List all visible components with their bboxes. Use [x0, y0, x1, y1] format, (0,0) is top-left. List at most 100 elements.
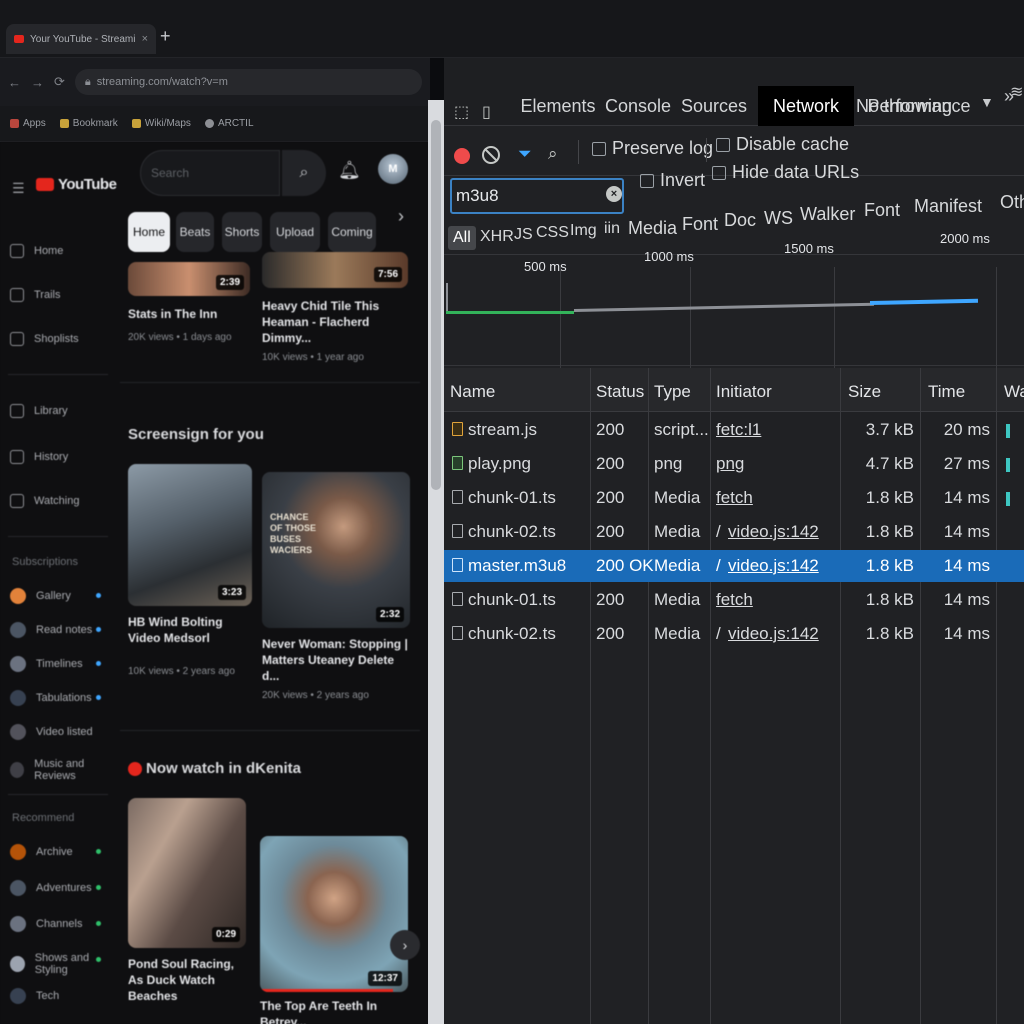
preserve-log-checkbox[interactable]: Preserve log	[592, 138, 713, 159]
column-header-type[interactable]: Type	[654, 382, 691, 402]
table-row[interactable]: chunk-02.ts 200 Media / video.js:142 1.8…	[444, 618, 1024, 650]
bookmark-item[interactable]: Bookmark	[59, 118, 118, 129]
new-tab-button[interactable]: +	[160, 26, 171, 47]
column-header-initiator[interactable]: Initiator	[716, 382, 772, 402]
video-title[interactable]: Stats in The Inn	[128, 306, 250, 322]
video-title[interactable]: HB Wind Bolting Video Medsorl	[128, 614, 252, 646]
chevron-right-icon[interactable]: ›	[390, 930, 420, 960]
type-filter-ws[interactable]: WS	[764, 208, 793, 229]
sidebar-item-watching[interactable]: Watching	[10, 494, 79, 508]
request-initiator[interactable]: fetch	[716, 590, 753, 610]
request-initiator[interactable]: png	[716, 454, 744, 474]
table-row-selected[interactable]: master.m3u8 200 OK Media / video.js:142 …	[444, 550, 1024, 582]
sidebar-subscription[interactable]: Gallery	[10, 588, 101, 604]
throttling-select[interactable]: No throwing	[856, 96, 952, 117]
video-title[interactable]: Pond Soul Racing, As Duck Watch Beaches	[128, 956, 246, 1004]
video-thumbnail[interactable]: CHANCE OF THOSE BUSES WACIERS 2:32	[262, 472, 410, 628]
request-initiator[interactable]: video.js:142	[728, 624, 819, 644]
column-header-size[interactable]: Size	[848, 382, 881, 402]
type-filter-js[interactable]: JS	[514, 226, 533, 244]
table-row[interactable]: play.png 200 png png 4.7 kB 27 ms	[444, 448, 1024, 480]
video-thumbnail[interactable]: 2:39	[128, 262, 250, 296]
table-row[interactable]: chunk-02.ts 200 Media / video.js:142 1.8…	[444, 516, 1024, 548]
hamburger-menu-icon[interactable]: ☰	[12, 180, 25, 197]
type-filter-css[interactable]: CSS	[536, 224, 569, 242]
video-thumbnail[interactable]: 12:37	[260, 836, 408, 992]
type-filter-doc[interactable]: Doc	[724, 210, 756, 231]
request-initiator[interactable]: video.js:142	[728, 556, 819, 576]
search-icon[interactable]: ⌕	[282, 150, 326, 196]
invert-checkbox[interactable]: Invert	[640, 170, 705, 191]
table-row[interactable]: chunk-01.ts 200 Media fetch 1.8 kB 14 ms	[444, 482, 1024, 514]
chip-home[interactable]: Home	[128, 212, 170, 252]
chevron-down-icon[interactable]: ▼	[980, 94, 994, 110]
search-icon[interactable]: ⌕	[548, 144, 558, 164]
tab-elements[interactable]: Elements	[520, 86, 596, 126]
request-initiator[interactable]: fetc:l1	[716, 420, 761, 440]
hide-data-urls-checkbox[interactable]: Hide data URLs	[712, 162, 859, 183]
sidebar-subscription[interactable]: Tabulations	[10, 690, 101, 706]
table-row[interactable]: stream.js 200 script... fetc:l1 3.7 kB 2…	[444, 414, 1024, 446]
bell-icon[interactable]: 🔔︎	[338, 160, 361, 181]
tab-sources[interactable]: Sources	[680, 86, 748, 126]
chip-coming[interactable]: Coming	[328, 212, 376, 252]
type-filter-font-2[interactable]: Font	[864, 200, 900, 221]
column-header-name[interactable]: Name	[450, 382, 495, 402]
sidebar-subscription[interactable]: Read notes	[10, 622, 101, 638]
disable-cache-checkbox[interactable]: Disable cache	[716, 134, 849, 155]
video-thumbnail[interactable]: 0:29	[128, 798, 246, 948]
youtube-logo[interactable]: YouTube	[36, 176, 117, 193]
reload-icon[interactable]: ⟳	[54, 74, 65, 90]
close-tab-icon[interactable]: ×	[142, 33, 148, 45]
bookmark-item[interactable]: Apps	[10, 118, 46, 129]
forward-icon[interactable]: →	[31, 75, 44, 90]
sidebar-item-shoplists[interactable]: Shoplists	[10, 332, 79, 346]
device-toolbar-icon[interactable]: ▯	[482, 102, 491, 122]
sidebar-channel[interactable]: Channels	[10, 916, 101, 932]
tab-network[interactable]: Network	[758, 86, 854, 126]
request-initiator[interactable]: fetch	[716, 488, 753, 508]
type-filter-font[interactable]: Font	[682, 214, 718, 235]
bookmark-item[interactable]: Wiki/Maps	[131, 118, 191, 129]
avatar[interactable]: M	[378, 154, 408, 184]
sidebar-item-home[interactable]: Home	[10, 244, 63, 258]
record-icon[interactable]	[454, 148, 470, 164]
page-scrollbar-thumb[interactable]	[431, 120, 441, 490]
type-filter-media[interactable]: Media	[628, 218, 677, 239]
sidebar-subscription[interactable]: Music and Reviews	[10, 758, 118, 782]
network-overview-timeline[interactable]: 500 ms 1000 ms 1500 ms 2000 ms	[444, 231, 1024, 385]
video-title[interactable]: Never Woman: Stopping | Matters Uteaney …	[262, 636, 412, 684]
inspect-element-icon[interactable]: ⬚	[454, 102, 469, 122]
chip-upload[interactable]: Upload	[270, 212, 320, 252]
network-conditions-icon[interactable]: ≋	[1010, 82, 1023, 102]
browser-tab[interactable]: Your YouTube - Streaming Plan ×	[6, 24, 156, 54]
table-row[interactable]: chunk-01.ts 200 Media fetch 1.8 kB 14 ms	[444, 584, 1024, 616]
sidebar-item-history[interactable]: History	[10, 450, 68, 464]
sidebar-channel[interactable]: Tech	[10, 988, 59, 1004]
sidebar-item-library[interactable]: Library	[10, 404, 68, 418]
type-filter-manifest[interactable]: Manifest	[914, 196, 982, 217]
chevron-right-icon[interactable]: ›	[398, 206, 404, 227]
tab-console[interactable]: Console	[602, 86, 674, 126]
sidebar-item-trails[interactable]: Trails	[10, 288, 60, 302]
filter-icon[interactable]: ⏷	[518, 144, 532, 164]
bookmark-item[interactable]: ARCTIL	[204, 118, 254, 129]
column-header-time[interactable]: Time	[928, 382, 965, 402]
address-bar[interactable]: 🔒︎ streaming.com/watch?v=m	[74, 69, 422, 95]
video-thumbnail[interactable]: 3:23	[128, 464, 252, 606]
type-filter-all[interactable]: All	[448, 226, 476, 250]
column-header-status[interactable]: Status	[596, 382, 644, 402]
filter-input[interactable]: m3u8	[450, 178, 624, 214]
type-filter-img[interactable]: Img	[570, 222, 597, 240]
sidebar-channel[interactable]: Archive	[10, 844, 101, 860]
clear-filter-icon[interactable]: ×	[606, 186, 622, 202]
chip-shorts[interactable]: Shorts	[222, 212, 262, 252]
youtube-search-input[interactable]: Search	[140, 150, 280, 196]
type-filter-xhr[interactable]: XHR	[480, 228, 514, 246]
sidebar-subscription[interactable]: Video listed	[10, 724, 93, 740]
back-icon[interactable]: ←	[8, 75, 21, 90]
video-thumbnail[interactable]: 7:56	[262, 252, 408, 288]
clear-icon[interactable]	[482, 146, 500, 164]
type-filter-other[interactable]: Oth	[1000, 192, 1024, 213]
chip-beats[interactable]: Beats	[176, 212, 214, 252]
